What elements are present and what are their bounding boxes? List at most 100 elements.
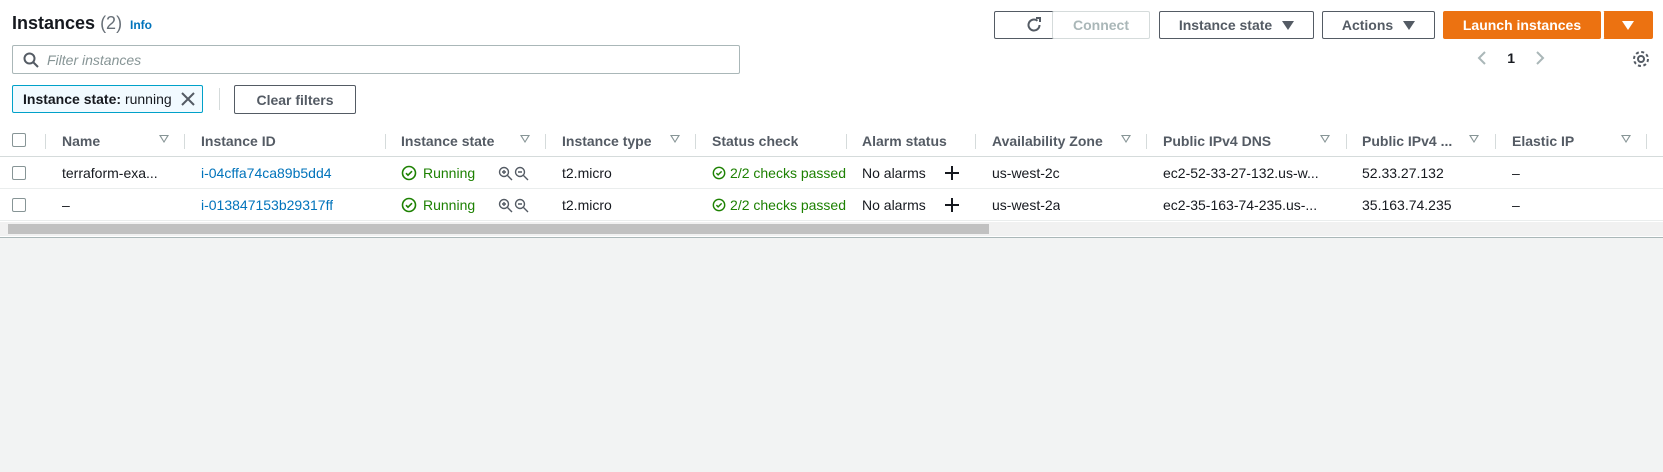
caret-down-icon <box>1403 20 1416 30</box>
launch-dropdown-button[interactable] <box>1603 11 1653 39</box>
sort-icon[interactable] <box>1621 135 1631 143</box>
refresh-icon <box>1027 17 1041 32</box>
column-header-instance-type[interactable]: Instance type <box>562 125 651 157</box>
instance-id-link[interactable]: i-04cffa74ca89b5dd4 <box>201 157 332 189</box>
instance-state-label: Instance state <box>1178 17 1273 33</box>
sort-icon[interactable] <box>520 135 530 143</box>
zoom-in-icon[interactable] <box>498 198 513 213</box>
instance-type: t2.micro <box>562 197 612 213</box>
instances-panel: Instances (2) Info Connect Instance stat… <box>0 0 1663 238</box>
column-divider <box>1346 134 1347 149</box>
column-header-public-ipv4[interactable]: Public IPv4 ... <box>1362 125 1452 157</box>
check-circle-icon <box>712 198 726 212</box>
launch-instances-button[interactable]: Launch instances <box>1443 11 1601 39</box>
column-header-availability-zone[interactable]: Availability Zone <box>992 125 1103 157</box>
column-divider <box>1646 134 1647 149</box>
row-checkbox[interactable] <box>12 166 26 180</box>
add-alarm-icon[interactable] <box>944 197 960 213</box>
check-circle-icon <box>401 165 417 181</box>
actions-button[interactable]: Actions <box>1322 11 1435 39</box>
horizontal-scrollbar[interactable] <box>0 222 1663 236</box>
status-check-text: 2/2 checks passed <box>730 165 846 181</box>
filter-search-box[interactable] <box>12 45 740 74</box>
column-divider <box>1495 134 1496 149</box>
instance-count: (2) <box>100 13 123 33</box>
table-row[interactable]: – i-013847153b29317ff Running t2.micro 2… <box>0 189 1663 221</box>
public-dns: ec2-35-163-74-235.us-... <box>1163 197 1318 213</box>
page-title: Instances (2) <box>12 13 122 34</box>
zoom-out-icon[interactable] <box>514 166 529 181</box>
sort-icon[interactable] <box>670 135 680 143</box>
instance-state-cell: Running <box>401 189 475 221</box>
zoom-out-icon[interactable] <box>514 198 529 213</box>
column-divider <box>45 134 46 149</box>
column-divider <box>1146 134 1147 149</box>
column-divider <box>695 134 696 149</box>
column-divider <box>846 134 847 149</box>
page-number[interactable]: 1 <box>1507 50 1515 66</box>
status-check-cell: 2/2 checks passed <box>712 157 846 189</box>
search-input[interactable] <box>47 51 727 68</box>
filter-token: Instance state: running <box>12 85 203 113</box>
elastic-ip: – <box>1512 165 1520 181</box>
availability-zone: us-west-2c <box>992 165 1060 181</box>
instance-state-cell: Running <box>401 157 475 189</box>
column-header-alarm-status[interactable]: Alarm status <box>862 125 947 157</box>
sort-icon[interactable] <box>1469 135 1479 143</box>
sort-icon[interactable] <box>159 135 169 143</box>
status-check-cell: 2/2 checks passed <box>712 189 846 221</box>
scrollbar-thumb[interactable] <box>8 224 989 234</box>
column-header-public-ipv4-dns[interactable]: Public IPv4 DNS <box>1163 125 1271 157</box>
check-circle-icon <box>712 166 726 180</box>
instance-name: terraform-exa... <box>62 165 158 181</box>
actions-label: Actions <box>1341 17 1394 33</box>
zoom-in-icon[interactable] <box>498 166 513 181</box>
public-ip: 35.163.74.235 <box>1362 197 1452 213</box>
chevron-right-icon[interactable] <box>1535 50 1545 66</box>
select-all-checkbox[interactable] <box>12 133 26 147</box>
column-divider <box>184 134 185 149</box>
instance-type: t2.micro <box>562 165 612 181</box>
instance-state-text: Running <box>423 197 476 213</box>
column-header-elastic-ip[interactable]: Elastic IP <box>1512 125 1574 157</box>
row-checkbox[interactable] <box>12 198 26 212</box>
sort-icon[interactable] <box>1121 135 1131 143</box>
chevron-left-icon[interactable] <box>1477 50 1487 66</box>
title-text: Instances <box>12 13 96 33</box>
caret-down-icon <box>1622 20 1634 30</box>
info-link[interactable]: Info <box>130 18 152 32</box>
instance-name: – <box>62 197 70 213</box>
instance-id-link[interactable]: i-013847153b29317ff <box>201 189 333 221</box>
instance-state-button[interactable]: Instance state <box>1159 11 1314 39</box>
table-row[interactable]: terraform-exa... i-04cffa74ca89b5dd4 Run… <box>0 157 1663 189</box>
gear-icon[interactable] <box>1631 49 1651 69</box>
column-header-instance-id[interactable]: Instance ID <box>201 125 276 157</box>
filter-key: Instance state: <box>23 91 122 107</box>
status-check-text: 2/2 checks passed <box>730 197 846 213</box>
pagination: 1 <box>1477 50 1545 66</box>
public-ip: 52.33.27.132 <box>1362 165 1444 181</box>
caret-down-icon <box>1282 20 1295 30</box>
column-header-name[interactable]: Name <box>62 125 100 157</box>
search-icon <box>23 52 39 68</box>
alarm-status: No alarms <box>862 197 926 213</box>
column-divider <box>975 134 976 149</box>
public-dns: ec2-52-33-27-132.us-w... <box>1163 165 1319 181</box>
availability-zone: us-west-2a <box>992 197 1061 213</box>
check-circle-icon <box>401 197 417 213</box>
divider <box>219 88 220 110</box>
column-divider <box>545 134 546 149</box>
elastic-ip: – <box>1512 197 1520 213</box>
column-header-instance-state[interactable]: Instance state <box>401 125 494 157</box>
table-header: Name Instance ID Instance state Instance… <box>0 125 1663 157</box>
column-header-status-check[interactable]: Status check <box>712 125 798 157</box>
instances-table: Name Instance ID Instance state Instance… <box>0 125 1663 221</box>
clear-filters-button[interactable]: Clear filters <box>234 85 356 114</box>
add-alarm-icon[interactable] <box>944 165 960 181</box>
close-icon[interactable] <box>180 91 196 107</box>
sort-icon[interactable] <box>1320 135 1330 143</box>
column-divider <box>385 134 386 149</box>
connect-button[interactable]: Connect <box>1052 11 1150 39</box>
alarm-status: No alarms <box>862 165 926 181</box>
instance-state-text: Running <box>423 165 476 181</box>
